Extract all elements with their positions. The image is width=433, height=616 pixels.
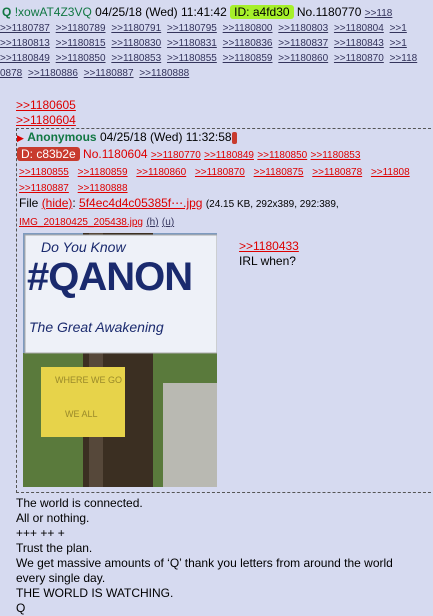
- post-text: IRL when?: [239, 254, 296, 268]
- reply-link[interactable]: >>1180888: [78, 183, 128, 194]
- reply-link[interactable]: >>1180855: [19, 167, 69, 178]
- post-header: Q !xowAT4Z3VQ 04/25/18 (Wed) 11:41:42 ID…: [2, 5, 433, 21]
- post-line: We get massive amounts of ‘Q’ thank you …: [16, 556, 393, 570]
- reply-link[interactable]: >>1180870: [195, 167, 245, 178]
- post-line: Trust the plan.: [16, 541, 93, 555]
- header-reply-link[interactable]: >>118: [365, 8, 393, 19]
- reply-link[interactable]: >>1180804: [334, 23, 384, 34]
- post-line: +++ ++ +: [16, 526, 65, 540]
- poster-name: Anonymous: [27, 130, 97, 144]
- sign-text: WE ALL: [65, 409, 98, 419]
- reply-link[interactable]: >>1180888: [139, 68, 189, 79]
- reply-link[interactable]: >>1180860: [278, 53, 328, 64]
- reply-link[interactable]: >>1180837: [278, 38, 328, 49]
- id-badge[interactable]: ID: a4fd30: [230, 5, 294, 19]
- reply-link[interactable]: >>11808: [371, 167, 410, 178]
- reply-link[interactable]: >>1180803: [278, 23, 328, 34]
- quoted-post: ▶ Anonymous 04/25/18 (Wed) 11:32:58 D: c…: [16, 128, 433, 493]
- reply-link[interactable]: >>1180886: [28, 68, 78, 79]
- reply-link[interactable]: >>1180791: [111, 23, 161, 34]
- reply-link[interactable]: >>1: [390, 38, 407, 49]
- reply-link[interactable]: >>1180789: [56, 23, 106, 34]
- reply-link[interactable]: >>1180849: [0, 53, 50, 64]
- reply-link[interactable]: >>1180860: [136, 167, 186, 178]
- quoted-post-body: >>1180433 IRL when?: [239, 239, 299, 269]
- reply-link[interactable]: >>1180815: [56, 38, 106, 49]
- arrow-icon: ▶: [17, 133, 24, 143]
- reply-link[interactable]: >>1180887: [84, 68, 134, 79]
- file-label: File: [19, 196, 39, 210]
- u-link[interactable]: (u): [162, 217, 174, 228]
- quote-link[interactable]: >>1180605: [16, 98, 76, 113]
- reply-link[interactable]: >>1180787: [0, 23, 50, 34]
- reply-link[interactable]: >>1180843: [334, 38, 384, 49]
- reply-link[interactable]: >>1: [390, 23, 407, 34]
- file-meta: (24.15 KB, 292x389, 292:389,: [205, 199, 339, 210]
- quote-link[interactable]: >>1180433: [239, 239, 299, 254]
- reply-link[interactable]: >>1180831: [167, 38, 217, 49]
- reply-link[interactable]: >>1180870: [334, 53, 384, 64]
- hide-link[interactable]: (hide): [42, 196, 73, 210]
- reply-link[interactable]: >>1180836: [223, 38, 273, 49]
- sign-text: Do You Know: [41, 239, 126, 255]
- reply-link[interactable]: >>1180830: [111, 38, 161, 49]
- quoted-reply-links: >>1180855 >>1180859 >>1180860 >>1180870 …: [19, 149, 433, 197]
- reply-link[interactable]: >>1180855: [167, 53, 217, 64]
- reply-links: >>1180787 >>1180789 >>1180791 >>1180795 …: [0, 21, 433, 81]
- post-datetime: 04/25/18 (Wed) 11:41:42: [95, 5, 227, 19]
- reply-link[interactable]: >>1180853: [111, 53, 161, 64]
- reply-link[interactable]: >>1180875: [254, 167, 304, 178]
- post-line: THE WORLD IS WATCHING.: [16, 586, 174, 600]
- reply-link[interactable]: 0878: [0, 68, 22, 79]
- sign-text: WHERE WE GO: [55, 375, 122, 385]
- reply-link[interactable]: >>1180859: [223, 53, 273, 64]
- reply-link[interactable]: >>1180795: [167, 23, 217, 34]
- reply-link[interactable]: >>1180859: [78, 167, 128, 178]
- reply-link[interactable]: >>1180813: [0, 38, 50, 49]
- file-link[interactable]: 5f4ec4d4c05385f⋯.jpg: [79, 196, 202, 210]
- reply-link[interactable]: >>1180887: [19, 183, 69, 194]
- quote-link[interactable]: >>1180604: [16, 113, 76, 128]
- reply-link[interactable]: >>1180878: [312, 167, 362, 178]
- reply-link[interactable]: >>1180800: [223, 23, 273, 34]
- post-line: The world is connected.: [16, 496, 143, 510]
- q-name: Q: [2, 5, 12, 19]
- sign-text: The Great Awakening: [29, 319, 164, 335]
- post-body: The world is connected. All or nothing. …: [16, 496, 433, 616]
- reply-link[interactable]: >>118: [390, 53, 418, 64]
- h-link[interactable]: (h): [146, 217, 158, 228]
- reply-link[interactable]: >>1180850: [56, 53, 106, 64]
- quote-links: >>1180605 >>1180604: [16, 98, 76, 128]
- post-line: All or nothing.: [16, 511, 90, 525]
- post-image[interactable]: Do You Know #QANON The Great Awakening W…: [23, 233, 217, 487]
- quoted-post-datetime: 04/25/18 (Wed) 11:32:58: [99, 130, 232, 144]
- tripcode: !xowAT4Z3VQ: [14, 5, 92, 19]
- post-number[interactable]: No.1180770: [297, 5, 362, 19]
- marker: [231, 131, 237, 144]
- original-filename[interactable]: IMG_20180425_205438.jpg: [19, 217, 143, 228]
- file-info: File (hide): 5f4ec4d4c05385f⋯.jpg (24.15…: [19, 196, 339, 228]
- sign-text: #QANON: [27, 255, 193, 299]
- post-line: every single day.: [16, 571, 106, 585]
